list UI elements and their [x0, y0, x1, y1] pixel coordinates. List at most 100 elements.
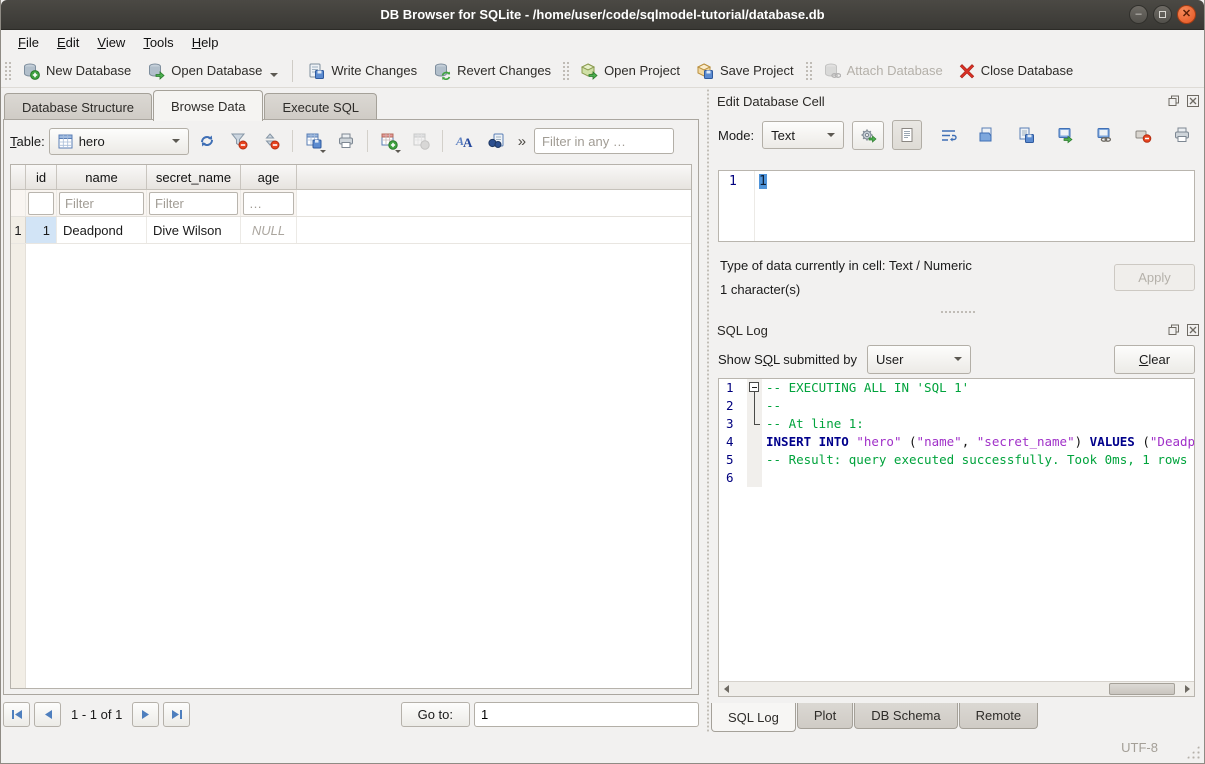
close-panel-icon[interactable]	[1185, 323, 1200, 338]
goto-input[interactable]	[474, 702, 699, 727]
save-project-icon	[696, 62, 714, 80]
menu-edit[interactable]: Edit	[48, 32, 88, 53]
print-cell-button[interactable]	[1169, 122, 1195, 148]
resize-grip[interactable]	[1186, 745, 1200, 759]
chevron-down-icon	[172, 139, 180, 143]
table-icon	[58, 134, 73, 149]
write-changes-button[interactable]: Write Changes	[299, 58, 425, 84]
cell-editor[interactable]: 1 1	[718, 170, 1195, 242]
float-panel-icon[interactable]	[1166, 94, 1181, 109]
cell-name[interactable]: Deadpond	[57, 217, 147, 243]
filter-input-secret-name[interactable]	[149, 192, 238, 215]
cell-age[interactable]: NULL	[241, 217, 297, 243]
submitted-by-select[interactable]: User	[867, 345, 971, 374]
column-header-secret-name[interactable]: secret_name	[147, 165, 241, 189]
menu-file[interactable]: File	[9, 32, 48, 53]
dock-tab-plot[interactable]: Plot	[797, 703, 853, 729]
menu-view[interactable]: View	[88, 32, 134, 53]
word-wrap-button[interactable]	[935, 122, 961, 148]
dock-tab-remote[interactable]: Remote	[959, 703, 1039, 729]
close-icon[interactable]: ✕	[1177, 5, 1196, 24]
column-header-age[interactable]: age	[241, 165, 297, 189]
tab-execute-sql[interactable]: Execute SQL	[264, 93, 377, 120]
record-pager: 1 - 1 of 1 Go to:	[3, 699, 699, 729]
export-button[interactable]	[1052, 122, 1078, 148]
titlebar[interactable]: DB Browser for SQLite - /home/user/code/…	[1, 0, 1204, 30]
close-database-button[interactable]: Close Database	[951, 59, 1082, 83]
refresh-button[interactable]	[193, 128, 221, 155]
goto-button[interactable]: Go to:	[401, 702, 470, 727]
cell-secret-name[interactable]: Dive Wilson	[147, 217, 241, 243]
filter-input-age[interactable]	[243, 192, 294, 215]
main-tabbar: Database Structure Browse Data Execute S…	[1, 88, 705, 120]
edit-display-format-icon: A A	[455, 132, 473, 150]
row-header-strip	[11, 244, 26, 688]
dock-tab-sql-log[interactable]: SQL Log	[711, 703, 796, 732]
next-record-button[interactable]	[132, 702, 159, 727]
clear-sorting-button[interactable]	[257, 128, 285, 155]
table-select[interactable]: hero	[49, 128, 189, 155]
sql-log-titlebar: SQL Log	[711, 319, 1204, 341]
grid-corner[interactable]	[11, 165, 26, 189]
scroll-left-icon[interactable]	[719, 682, 733, 696]
browse-data-frame: Table: hero	[3, 119, 699, 695]
cell-id[interactable]: 1	[26, 217, 57, 243]
minimize-icon[interactable]: –	[1129, 5, 1148, 24]
open-database-button[interactable]: Open Database	[139, 58, 286, 84]
cell-editor-value[interactable]: 1	[759, 174, 767, 189]
edit-display-format-button[interactable]: A A	[450, 128, 478, 155]
close-panel-icon[interactable]	[1185, 94, 1200, 109]
filter-any-input[interactable]	[534, 128, 674, 154]
save-table-icon	[305, 132, 323, 150]
sql-log-hscrollbar[interactable]	[719, 681, 1194, 696]
link-button[interactable]	[1091, 122, 1117, 148]
chevron-down-icon[interactable]	[270, 73, 278, 77]
insert-record-button[interactable]	[375, 128, 403, 155]
find-in-table-button[interactable]	[482, 128, 510, 155]
overflow-chevron-icon[interactable]: »	[514, 133, 530, 150]
first-record-button[interactable]	[3, 702, 30, 727]
sql-log-controls: Show SQL submitted by User Clear	[718, 343, 1195, 375]
new-database-button[interactable]: New Database	[14, 58, 139, 84]
text-document-button[interactable]	[892, 120, 922, 150]
sql-log-box[interactable]: 1-- EXECUTING ALL IN 'SQL 1'2--3-- At li…	[718, 378, 1195, 697]
data-grid: id name secret_name age	[10, 164, 692, 689]
table-label: Table:	[10, 134, 45, 149]
save-as-button[interactable]	[1013, 122, 1039, 148]
scrollbar-thumb[interactable]	[1109, 683, 1176, 695]
float-panel-icon[interactable]	[1166, 323, 1181, 338]
toolbar-drag-handle[interactable]	[805, 61, 812, 81]
previous-record-button[interactable]	[34, 702, 61, 727]
column-header-id[interactable]: id	[26, 165, 57, 189]
open-project-button[interactable]: Open Project	[572, 58, 688, 84]
dock-tab-db-schema[interactable]: DB Schema	[854, 703, 957, 729]
filter-input-id[interactable]	[28, 192, 54, 215]
toolbar-drag-handle[interactable]	[4, 61, 11, 81]
menu-tools[interactable]: Tools	[134, 32, 182, 53]
column-header-name[interactable]: name	[57, 165, 147, 189]
toolbar-separator	[292, 130, 293, 152]
dock-splitter-handle[interactable]	[940, 310, 976, 315]
scroll-right-icon[interactable]	[1180, 682, 1194, 696]
maximize-icon[interactable]	[1153, 5, 1172, 24]
fold-collapse-icon[interactable]	[749, 382, 759, 392]
last-record-button[interactable]	[163, 702, 190, 727]
tab-database-structure[interactable]: Database Structure	[4, 93, 152, 120]
import-file-button[interactable]	[974, 122, 1000, 148]
clear-log-button[interactable]: Clear	[1114, 345, 1195, 374]
toolbar-drag-handle[interactable]	[562, 61, 569, 81]
sql-log-line: 6	[719, 469, 1194, 487]
save-project-button[interactable]: Save Project	[688, 58, 802, 84]
print-table-button[interactable]	[332, 128, 360, 155]
set-null-button[interactable]	[1130, 122, 1156, 148]
revert-changes-button[interactable]: Revert Changes	[425, 58, 559, 84]
save-table-button[interactable]	[300, 128, 328, 155]
tab-browse-data[interactable]: Browse Data	[153, 90, 263, 121]
filter-input-name[interactable]	[59, 192, 144, 215]
status-bar: UTF-8	[1, 732, 1204, 763]
clear-filters-button[interactable]	[225, 128, 253, 155]
row-number[interactable]: 1	[11, 217, 26, 243]
apply-changes-button[interactable]	[852, 121, 884, 150]
menu-help[interactable]: Help	[183, 32, 228, 53]
mode-select[interactable]: Text	[762, 121, 844, 149]
